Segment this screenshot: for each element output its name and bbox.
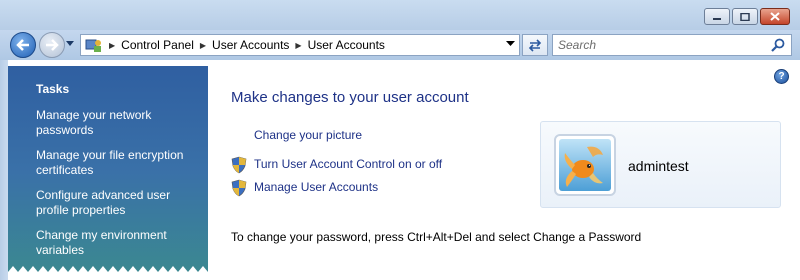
title-bar — [0, 0, 800, 30]
maximize-button[interactable] — [732, 8, 758, 25]
breadcrumb-separator-icon[interactable]: ▶ — [295, 41, 301, 50]
back-arrow-icon — [16, 39, 29, 51]
change-picture-link[interactable]: Change your picture — [254, 128, 362, 142]
manage-user-accounts-link[interactable]: Manage User Accounts — [254, 180, 378, 194]
navigation-bar: ▶ Control Panel ▶ User Accounts ▶ User A… — [0, 30, 800, 60]
minimize-button[interactable] — [704, 8, 730, 25]
toggle-uac-link[interactable]: Turn User Account Control on or off — [254, 157, 442, 171]
forward-arrow-icon — [46, 39, 59, 51]
magnifier-icon[interactable] — [771, 38, 785, 52]
tasks-heading: Tasks — [36, 82, 70, 96]
uac-shield-icon — [231, 156, 247, 174]
tasks-pane: Tasks Manage your network passwords Mana… — [8, 66, 208, 280]
task-manage-file-encryption-certificates[interactable]: Manage your file encryption certificates — [36, 148, 196, 178]
task-configure-advanced-profile-properties[interactable]: Configure advanced user profile properti… — [36, 188, 196, 218]
recent-pages-dropdown-icon[interactable] — [66, 41, 74, 47]
breadcrumb-separator-icon[interactable]: ▶ — [109, 41, 115, 50]
breadcrumb-separator-icon[interactable]: ▶ — [200, 41, 206, 50]
window-controls — [704, 8, 790, 25]
forward-button[interactable] — [39, 32, 65, 58]
refresh-button[interactable] — [522, 34, 548, 56]
torn-edge-decoration — [8, 266, 208, 280]
address-dropdown-icon[interactable] — [506, 41, 515, 47]
help-button[interactable]: ? — [774, 69, 789, 84]
task-change-environment-variables[interactable]: Change my environment variables — [36, 228, 196, 258]
breadcrumb-user-accounts[interactable]: User Accounts — [212, 38, 289, 52]
address-bar[interactable]: ▶ Control Panel ▶ User Accounts ▶ User A… — [80, 34, 520, 56]
refresh-icon — [528, 39, 542, 52]
control-panel-icon — [85, 39, 101, 52]
user-name: admintest — [628, 158, 689, 174]
avatar — [554, 134, 616, 196]
search-input[interactable] — [553, 35, 763, 55]
maximize-icon — [740, 12, 750, 21]
goldfish-picture-icon — [559, 139, 611, 191]
task-manage-network-passwords[interactable]: Manage your network passwords — [36, 108, 196, 138]
breadcrumb: ▶ Control Panel ▶ User Accounts ▶ User A… — [103, 35, 385, 55]
back-button[interactable] — [10, 32, 36, 58]
uac-shield-icon — [231, 179, 247, 197]
help-icon: ? — [778, 71, 785, 82]
password-change-note: To change your password, press Ctrl+Alt+… — [231, 230, 642, 244]
minimize-icon — [713, 17, 721, 20]
breadcrumb-user-accounts-current[interactable]: User Accounts — [308, 38, 385, 52]
search-box — [552, 34, 792, 56]
window-frame-left — [0, 60, 8, 280]
breadcrumb-control-panel[interactable]: Control Panel — [121, 38, 194, 52]
page-title: Make changes to your user account — [231, 89, 469, 106]
close-button[interactable] — [760, 8, 790, 25]
close-icon — [770, 12, 780, 21]
user-card: admintest — [540, 121, 781, 208]
